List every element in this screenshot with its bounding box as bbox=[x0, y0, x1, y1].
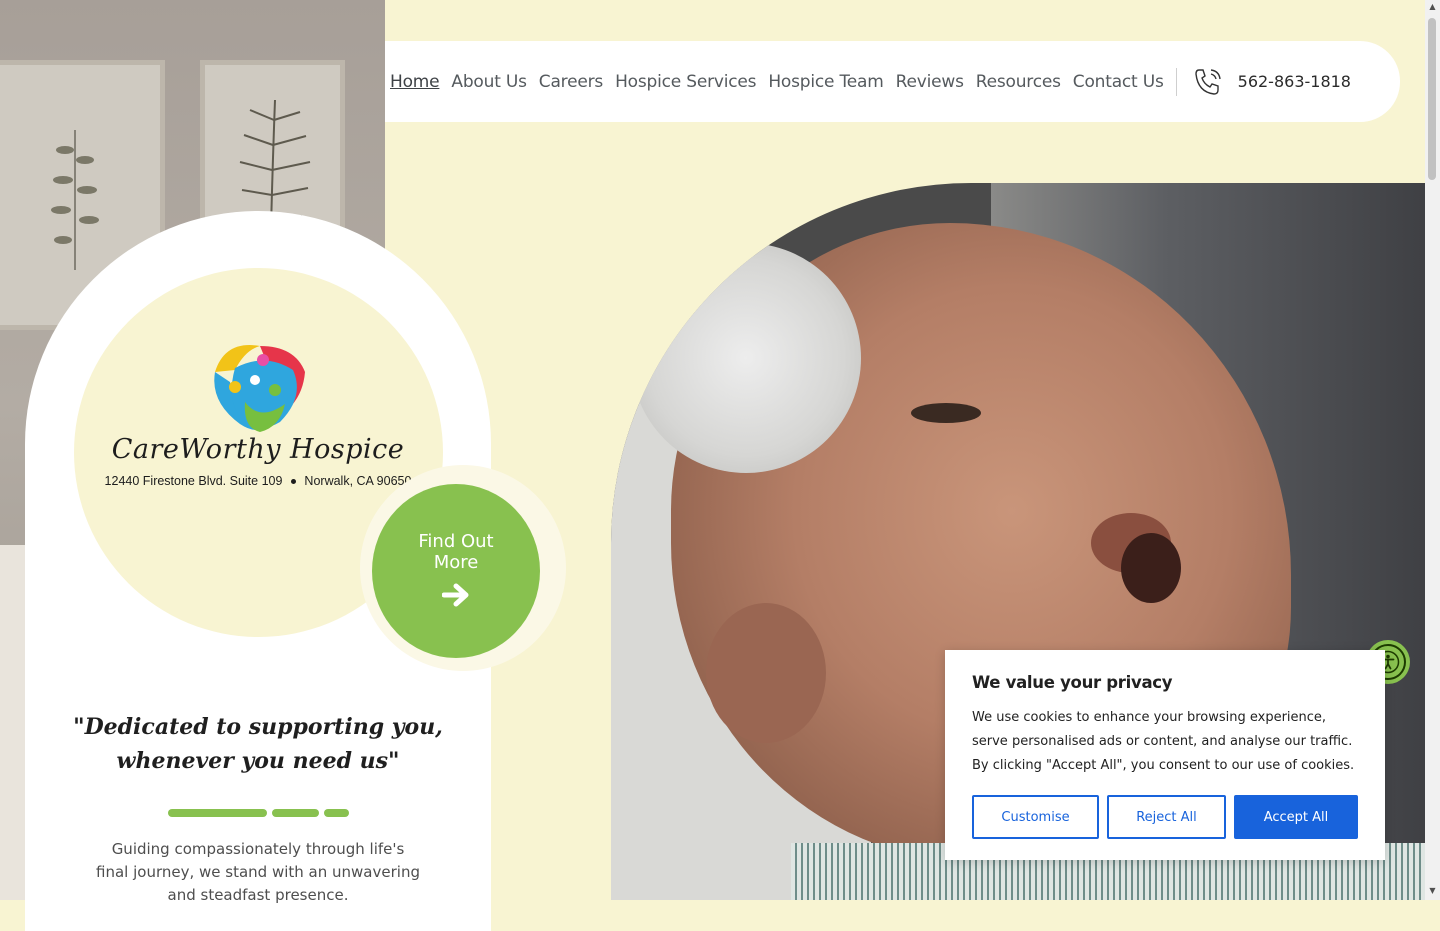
customise-button[interactable]: Customise bbox=[972, 795, 1099, 839]
nav-link-hospice-team[interactable]: Hospice Team bbox=[768, 72, 883, 92]
scroll-up-arrow-icon[interactable]: ▲ bbox=[1428, 2, 1437, 11]
nav-divider bbox=[1175, 67, 1177, 96]
shelf-decor bbox=[0, 545, 25, 900]
address-dot-icon bbox=[290, 479, 296, 484]
photo-eye bbox=[911, 403, 981, 423]
scrollbar-thumb[interactable] bbox=[1428, 18, 1436, 180]
accept-all-button[interactable]: Accept All bbox=[1234, 795, 1358, 839]
dash-medium bbox=[272, 809, 319, 817]
address-city: Norwalk, CA 90650 bbox=[304, 474, 412, 488]
find-out-more-button[interactable]: Find Out More bbox=[372, 484, 540, 658]
cookie-title: We value your privacy bbox=[972, 673, 1173, 692]
reject-all-button[interactable]: Reject All bbox=[1107, 795, 1226, 839]
cta-label: Find Out More bbox=[418, 531, 494, 573]
nav-link-home[interactable]: Home bbox=[390, 72, 440, 92]
careworthy-logo-icon[interactable] bbox=[205, 342, 311, 434]
nav-link-about-us[interactable]: About Us bbox=[451, 72, 527, 92]
dash-short bbox=[324, 809, 349, 817]
plant-illustration-left bbox=[51, 130, 99, 270]
nav-link-careers[interactable]: Careers bbox=[539, 72, 603, 92]
nav-link-contact-us[interactable]: Contact Us bbox=[1073, 72, 1164, 92]
phone-number-link[interactable]: 562-863-1818 bbox=[1238, 72, 1351, 91]
photo-mouth bbox=[1121, 533, 1181, 603]
brand-name: CareWorthy Hospice bbox=[111, 434, 405, 465]
dash-long bbox=[168, 809, 267, 817]
address-street: 12440 Firestone Blvd. Suite 109 bbox=[104, 474, 283, 488]
nav-link-reviews[interactable]: Reviews bbox=[896, 72, 964, 92]
arrow-right-icon bbox=[441, 583, 470, 611]
photo-hair bbox=[631, 243, 861, 473]
nav-link-resources[interactable]: Resources bbox=[976, 72, 1061, 92]
cookie-consent-banner: We value your privacy We use cookies to … bbox=[945, 650, 1385, 860]
scroll-down-arrow-icon[interactable]: ▼ bbox=[1428, 886, 1437, 895]
brand-address: 12440 Firestone Blvd. Suite 109 Norwalk,… bbox=[80, 474, 436, 488]
nav-link-hospice-services[interactable]: Hospice Services bbox=[615, 72, 756, 92]
main-navigation: Home About Us Careers Hospice Services H… bbox=[385, 41, 1400, 122]
cookie-description: We use cookies to enhance your browsing … bbox=[972, 710, 1355, 773]
hero-intro-text: Guiding compassionately through life's f… bbox=[96, 840, 420, 904]
nav-links: Home About Us Careers Hospice Services H… bbox=[385, 72, 1176, 92]
hero-tagline: "Dedicated to supporting you, whenever y… bbox=[73, 714, 443, 774]
photo-ear bbox=[706, 603, 826, 743]
phone-ringing-icon[interactable] bbox=[1192, 66, 1224, 98]
